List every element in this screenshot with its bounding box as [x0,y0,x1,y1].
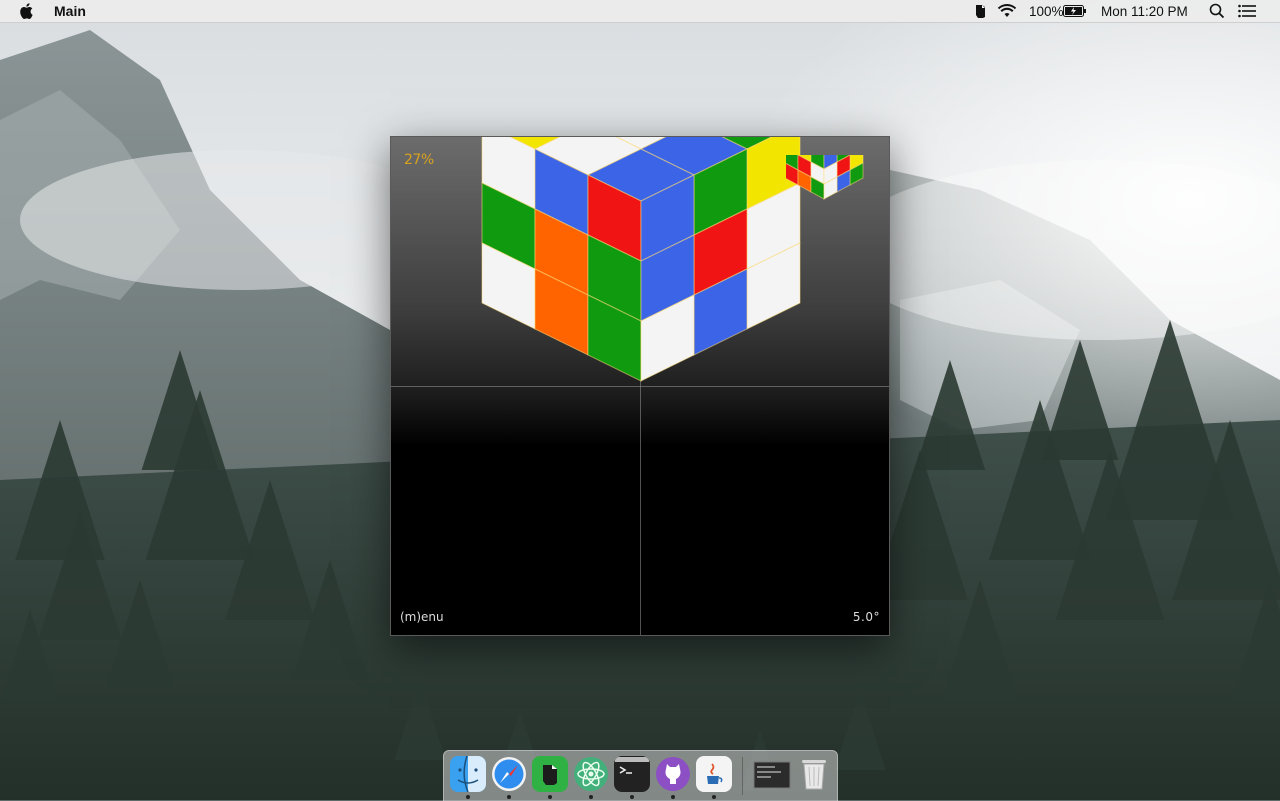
dock-running-indicator [630,795,634,799]
app-menu-title[interactable]: Main [54,3,86,19]
dock-running-indicator [466,795,470,799]
menu-hint-label: (m)enu [400,610,444,624]
evernote-status-icon[interactable] [972,0,990,22]
apple-menu-icon[interactable] [19,2,35,20]
finder-icon[interactable] [450,756,486,792]
dock-running-indicator [671,795,675,799]
progress-percentage: 27% [404,152,434,168]
atom-icon[interactable] [573,756,609,792]
terminal-icon[interactable] [614,756,650,792]
menu-bar-clock[interactable]: Mon 11:20 PM [1101,0,1188,22]
safari-icon[interactable] [491,756,527,792]
rotation-angle-label: 5.0° [852,610,880,624]
dock-separator [742,757,743,795]
battery-icon[interactable] [1063,0,1087,22]
dock-running-indicator [712,795,716,799]
evernote-icon[interactable] [532,756,568,792]
window-thumbnail-icon[interactable] [753,756,791,792]
menu-bar: Main 100% Mon 11:20 PM [0,0,1280,23]
dock [443,750,838,801]
trash-icon[interactable] [796,756,832,792]
dock-running-indicator [507,795,511,799]
cube-preview-thumbnail [786,155,864,200]
dock-running-indicator [589,795,593,799]
dock-running-indicator [548,795,552,799]
battery-percentage[interactable]: 100% [1029,0,1064,22]
github-desktop-icon[interactable] [655,756,691,792]
rubiks-cube-window[interactable]: 27% (m)enu 5.0° [390,136,890,636]
java-icon[interactable] [696,756,732,792]
wifi-icon[interactable] [997,0,1017,22]
notification-center-icon[interactable] [1238,0,1256,22]
spotlight-search-icon[interactable] [1209,0,1225,22]
